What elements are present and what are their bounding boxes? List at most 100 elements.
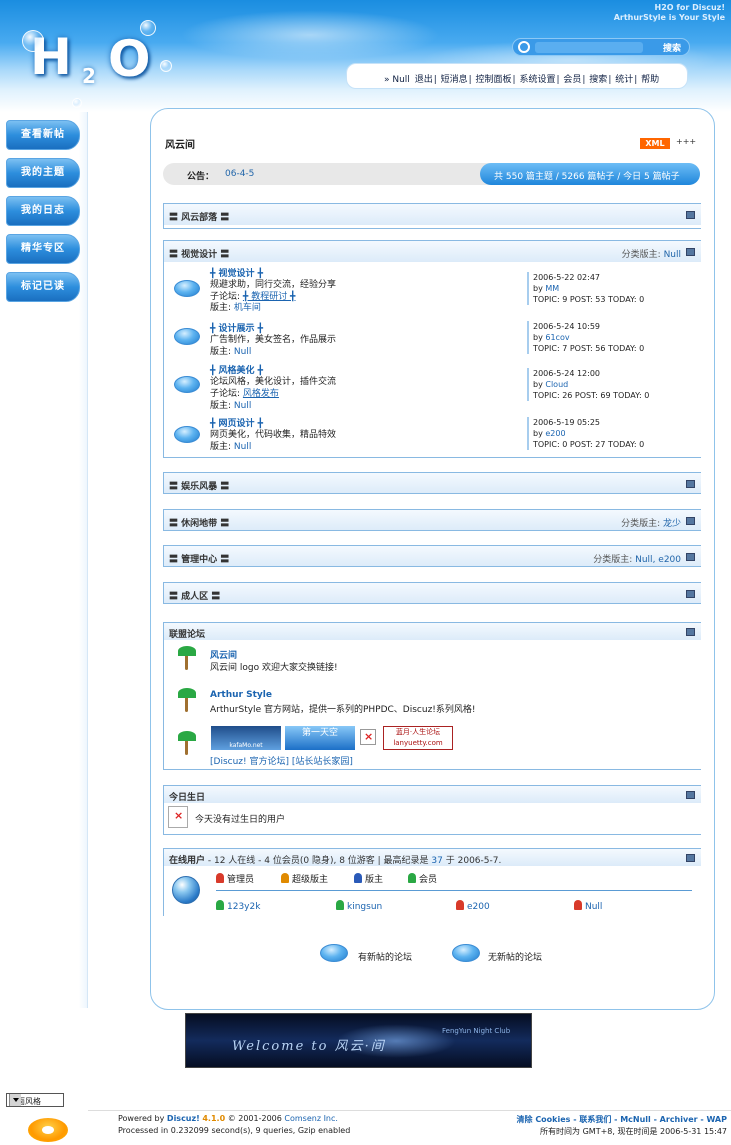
user-icon: [574, 900, 582, 910]
moderator-link[interactable]: 机车间: [234, 303, 261, 313]
lastpost-user[interactable]: MM: [545, 284, 559, 293]
text-links[interactable]: [Discuz! 官方论坛] [站长站长家园]: [210, 754, 353, 767]
lastpost-by: by e200: [533, 428, 707, 439]
bubble-decoration: [22, 30, 44, 52]
broken-image-icon[interactable]: [360, 729, 376, 745]
legend-divider: [216, 890, 692, 891]
online-user[interactable]: 123y2k: [216, 900, 260, 912]
moderator-label: 版主:: [210, 401, 232, 411]
copyright-text: © 2001-2006: [227, 1114, 282, 1123]
forum-lastpost: 2006-5-19 05:25 by e200 TOPIC: 0 POST: 2…: [527, 417, 707, 450]
notice-label: 公告：: [187, 172, 215, 182]
link-banner[interactable]: 第一天空: [285, 726, 355, 750]
moderator-link[interactable]: Null: [234, 347, 251, 357]
forum-status-icon: [174, 328, 200, 345]
legend-member: 会员: [408, 872, 437, 885]
footer-divider: [88, 1110, 731, 1111]
lastpost-by-label: by: [533, 284, 543, 293]
nav-stats[interactable]: 统计: [615, 75, 633, 85]
lastpost-stats: TOPIC: 0 POST: 27 TODAY: 0: [533, 440, 645, 449]
discuz-logo-icon[interactable]: [28, 1118, 68, 1142]
header-cloud: [180, 10, 440, 60]
lastpost-stats: TOPIC: 26 POST: 69 TODAY: 0: [533, 391, 650, 400]
page-title[interactable]: 风云间: [165, 136, 195, 151]
search-box: 搜索: [512, 38, 690, 56]
moderator-link[interactable]: Null: [234, 401, 251, 411]
nav-members[interactable]: 会员: [563, 75, 581, 85]
footer-processed: Processed in 0.232099 second(s), 9 queri…: [118, 1126, 351, 1135]
palm-icon: [178, 646, 196, 670]
sidebar-item-mark-read[interactable]: 标记已读: [6, 272, 80, 302]
left-sidebar: 查看新帖 我的主题 我的日志 精华专区 标记已读: [4, 112, 88, 1008]
legend-label: 版主: [365, 875, 384, 885]
nav-control-panel[interactable]: 控制面板: [476, 75, 512, 85]
online-user[interactable]: Null: [574, 900, 602, 912]
nav-messages[interactable]: 短消息: [441, 75, 468, 85]
header-tagline: H2O for Discuz! ArthurStyle is Your Styl…: [614, 3, 725, 23]
lastpost-user[interactable]: e200: [545, 429, 565, 438]
lastpost-by: by MM: [533, 283, 707, 294]
lastpost-date[interactable]: 2006-5-24 10:59: [533, 321, 707, 332]
welcome-banner[interactable]: Welcome to 风云·间 FengYun Night Club: [185, 1013, 532, 1068]
online-user[interactable]: kingsun: [336, 900, 382, 912]
user-icon: [216, 900, 224, 910]
top-nav-links: » Null 退出| 短消息| 控制面板| 系统设置| 会员| 搜索| 统计| …: [384, 75, 660, 85]
globe-icon: [172, 876, 200, 904]
legend-nonew: 无新帖的论坛: [488, 953, 543, 963]
moderator-link[interactable]: Null: [234, 442, 251, 452]
brand-link[interactable]: Discuz!: [167, 1114, 200, 1123]
welcome-text: Welcome to 风云·间: [232, 1039, 386, 1054]
lastpost-by-label: by: [533, 380, 543, 389]
sidebar-item-new-posts[interactable]: 查看新帖: [6, 120, 80, 150]
legend-label: 会员: [419, 875, 438, 885]
online-user[interactable]: e200: [456, 900, 490, 912]
forum-lastpost: 2006-5-24 12:00 by Cloud TOPIC: 26 POST:…: [527, 368, 707, 401]
lastpost-date[interactable]: 2006-5-22 02:47: [533, 272, 707, 283]
category-frame: [163, 509, 701, 531]
forum-moderator: 版主: 机车间: [210, 300, 261, 313]
nav-logout[interactable]: 退出: [415, 75, 433, 85]
search-input[interactable]: [535, 42, 643, 53]
online-user-name[interactable]: e200: [467, 902, 490, 912]
sidebar-item-my-topics[interactable]: 我的主题: [6, 158, 80, 188]
nav-help[interactable]: 帮助: [641, 75, 659, 85]
lastpost-stats: TOPIC: 9 POST: 53 TODAY: 0: [533, 295, 645, 304]
chevron-down-icon[interactable]: [9, 1094, 21, 1106]
online-user-name[interactable]: kingsun: [347, 902, 382, 912]
sidebar-item-digest[interactable]: 精华专区: [6, 234, 80, 264]
user-icon: [281, 873, 289, 883]
company-link[interactable]: Comsenz Inc.: [284, 1114, 338, 1123]
forum-status-icon: [174, 280, 200, 297]
online-user-name[interactable]: Null: [585, 902, 602, 912]
search-icon: [518, 41, 530, 53]
xml-badge[interactable]: XML: [640, 138, 670, 149]
stats-pill: 共 550 篇主题 / 5266 篇帖子 / 今日 5 篇帖子: [480, 163, 700, 185]
footer-powered: Powered by Discuz! 4.1.0 © 2001-2006 Com…: [118, 1114, 338, 1123]
no-new-posts-icon: [452, 944, 480, 962]
logo-digit-2: 2: [82, 64, 96, 88]
link-banner[interactable]: 蓝月·人生论坛 lanyuetty.com: [383, 726, 453, 750]
lastpost-date[interactable]: 2006-5-19 05:25: [533, 417, 707, 428]
nav-search[interactable]: 搜索: [589, 75, 607, 85]
new-posts-icon: [320, 944, 348, 962]
search-button[interactable]: 搜索: [663, 41, 681, 54]
sidebar-item-my-blog[interactable]: 我的日志: [6, 196, 80, 226]
lastpost-date[interactable]: 2006-5-24 12:00: [533, 368, 707, 379]
site-logo[interactable]: H 2 O: [20, 28, 180, 103]
footer-links[interactable]: 清除 Cookies - 联系我们 - McNull - Archiver - …: [517, 1114, 727, 1125]
category-frame: [163, 545, 701, 567]
site-header: H 2 O H2O for Discuz! ArthurStyle is You…: [0, 0, 731, 112]
style-select[interactable]: 界面风格: [6, 1093, 64, 1107]
link-banner[interactable]: kafaMo.net: [211, 726, 281, 750]
link-name[interactable]: Arthur Style: [210, 690, 272, 700]
forum-lastpost: 2006-5-22 02:47 by MM TOPIC: 9 POST: 53 …: [527, 272, 707, 305]
stats-text: 共 550 篇主题 / 5266 篇帖子 / 今日 5 篇帖子: [494, 172, 680, 182]
lastpost-user[interactable]: 61cov: [545, 333, 569, 342]
online-user-name[interactable]: 123y2k: [227, 902, 260, 912]
lastpost-by: by 61cov: [533, 332, 707, 343]
palm-icon: [178, 731, 196, 755]
nav-user[interactable]: » Null: [384, 75, 410, 85]
nav-system-settings[interactable]: 系统设置: [519, 75, 555, 85]
lastpost-user[interactable]: Cloud: [545, 380, 568, 389]
notice-date[interactable]: 06-4-5: [225, 169, 254, 179]
